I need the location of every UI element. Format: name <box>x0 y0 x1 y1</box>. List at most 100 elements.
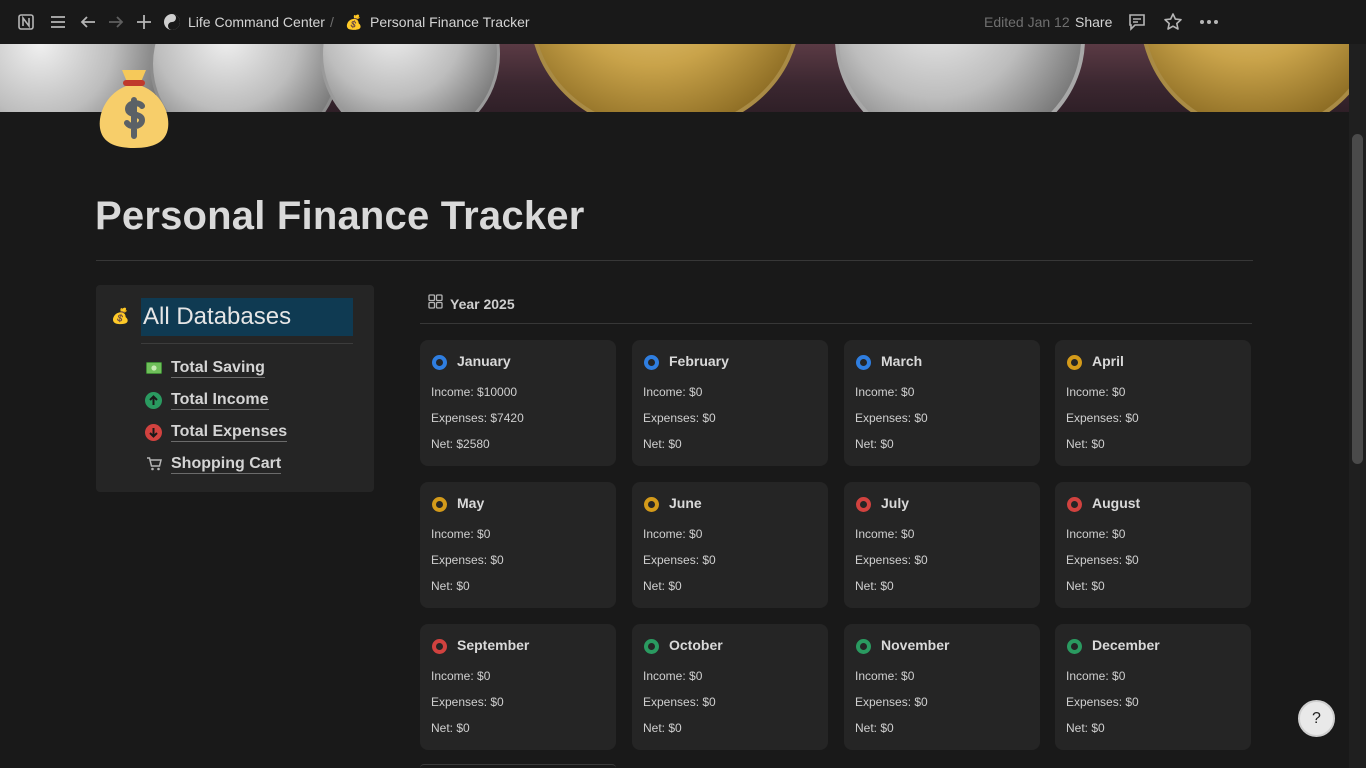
net-value: Net: $0 <box>643 721 682 735</box>
month-card-february[interactable]: February Income: $0 Expenses: $0 Net: $0 <box>632 340 828 466</box>
net-value: Net: $0 <box>431 579 470 593</box>
income-value: Income: $0 <box>1066 527 1126 541</box>
net-value: Net: $0 <box>855 437 894 451</box>
link-total-expenses[interactable]: Total Expenses <box>145 421 288 443</box>
net-value: Net: $0 <box>855 721 894 735</box>
help-button[interactable]: ? <box>1298 700 1335 737</box>
month-name: April <box>1092 353 1124 369</box>
month-name: February <box>669 353 729 369</box>
cover-image[interactable] <box>0 44 1349 112</box>
month-card-june[interactable]: June Income: $0 Expenses: $0 Net: $0 <box>632 482 828 608</box>
money-bag-icon: 💰 <box>345 14 363 30</box>
month-card-september[interactable]: September Income: $0 Expenses: $0 Net: $… <box>420 624 616 750</box>
month-card-november[interactable]: November Income: $0 Expenses: $0 Net: $0 <box>844 624 1040 750</box>
expenses-value: Expenses: $0 <box>855 411 928 425</box>
star-icon[interactable] <box>1162 11 1184 33</box>
expenses-value: Expenses: $0 <box>431 695 504 709</box>
divider <box>420 323 1252 324</box>
net-value: Net: $0 <box>431 721 470 735</box>
status-dot-icon <box>856 497 871 512</box>
net-value: Net: $0 <box>643 437 682 451</box>
status-dot-icon <box>644 639 659 654</box>
income-value: Income: $0 <box>1066 669 1126 683</box>
databases-callout: 💰 All Databases Total Saving Total Incom… <box>96 285 374 492</box>
add-icon[interactable] <box>133 11 155 33</box>
expenses-value: Expenses: $0 <box>431 553 504 567</box>
coin-image <box>150 44 340 112</box>
gallery-icon <box>428 294 443 314</box>
month-card-march[interactable]: March Income: $0 Expenses: $0 Net: $0 <box>844 340 1040 466</box>
expenses-value: Expenses: $0 <box>643 553 716 567</box>
down-arrow-circle-icon <box>145 423 162 441</box>
gallery-title: Year 2025 <box>450 296 515 312</box>
month-card-august[interactable]: August Income: $0 Expenses: $0 Net: $0 <box>1055 482 1251 608</box>
expenses-value: Expenses: $0 <box>1066 695 1139 709</box>
coin-image <box>1140 44 1349 112</box>
month-card-december[interactable]: December Income: $0 Expenses: $0 Net: $0 <box>1055 624 1251 750</box>
status-dot-icon <box>1067 355 1082 370</box>
link-shopping-cart[interactable]: Shopping Cart <box>145 453 282 475</box>
status-dot-icon <box>1067 639 1082 654</box>
link-total-income[interactable]: Total Income <box>145 389 269 411</box>
month-card-may[interactable]: May Income: $0 Expenses: $0 Net: $0 <box>420 482 616 608</box>
status-dot-icon <box>432 639 447 654</box>
income-value: Income: $10000 <box>431 385 518 399</box>
link-total-saving[interactable]: Total Saving <box>145 357 265 379</box>
month-name: January <box>457 353 511 369</box>
coin-image <box>530 44 800 112</box>
month-name: September <box>457 637 530 653</box>
status-dot-icon <box>432 497 447 512</box>
breadcrumb-workspace[interactable]: Life Command Center <box>188 14 325 30</box>
link-label: Total Saving <box>171 358 265 378</box>
up-arrow-circle-icon <box>145 391 162 409</box>
scrollbar-thumb[interactable] <box>1352 134 1363 464</box>
comment-icon[interactable] <box>1126 11 1148 33</box>
coin-image <box>835 44 1085 112</box>
money-bag-icon[interactable] <box>96 66 172 150</box>
more-icon[interactable] <box>1198 11 1220 33</box>
all-databases-heading[interactable]: All Databases <box>141 298 353 336</box>
expenses-value: Expenses: $0 <box>1066 411 1139 425</box>
back-arrow-icon[interactable] <box>77 11 99 33</box>
month-card-july[interactable]: July Income: $0 Expenses: $0 Net: $0 <box>844 482 1040 608</box>
expenses-value: Expenses: $0 <box>643 695 716 709</box>
divider <box>96 260 1253 261</box>
status-dot-icon <box>1067 497 1082 512</box>
income-value: Income: $0 <box>1066 385 1126 399</box>
status-dot-icon <box>856 355 871 370</box>
expenses-value: Expenses: $7420 <box>431 411 524 425</box>
gallery-view-tab[interactable]: Year 2025 <box>428 294 515 314</box>
net-value: Net: $0 <box>1066 721 1105 735</box>
net-value: Net: $0 <box>1066 437 1105 451</box>
breadcrumb-page[interactable]: Personal Finance Tracker <box>370 14 530 30</box>
breadcrumb-separator: / <box>330 14 334 30</box>
edited-timestamp[interactable]: Edited Jan 12 <box>984 14 1070 30</box>
income-value: Income: $0 <box>431 527 491 541</box>
month-card-october[interactable]: October Income: $0 Expenses: $0 Net: $0 <box>632 624 828 750</box>
expenses-value: Expenses: $0 <box>643 411 716 425</box>
shopping-cart-icon <box>145 456 162 473</box>
month-name: December <box>1092 637 1160 653</box>
month-name: November <box>881 637 950 653</box>
month-name: June <box>669 495 702 511</box>
link-label: Total Expenses <box>171 422 288 442</box>
notion-logo-icon[interactable] <box>15 11 37 33</box>
net-value: Net: $0 <box>1066 579 1105 593</box>
coin-image <box>320 44 500 112</box>
divider <box>141 343 353 344</box>
net-value: Net: $2580 <box>431 437 490 451</box>
menu-icon[interactable] <box>47 11 69 33</box>
income-value: Income: $0 <box>855 385 915 399</box>
month-card-april[interactable]: April Income: $0 Expenses: $0 Net: $0 <box>1055 340 1251 466</box>
page-title[interactable]: Personal Finance Tracker <box>95 194 585 239</box>
money-bag-icon: 💰 <box>111 308 130 325</box>
month-card-january[interactable]: January Income: $10000 Expenses: $7420 N… <box>420 340 616 466</box>
month-name: July <box>881 495 910 511</box>
net-value: Net: $0 <box>643 579 682 593</box>
link-label: Total Income <box>171 390 269 410</box>
income-value: Income: $0 <box>855 527 915 541</box>
month-name: March <box>881 353 923 369</box>
income-value: Income: $0 <box>643 527 703 541</box>
share-button[interactable]: Share <box>1075 14 1112 30</box>
forward-arrow-icon[interactable] <box>105 11 127 33</box>
